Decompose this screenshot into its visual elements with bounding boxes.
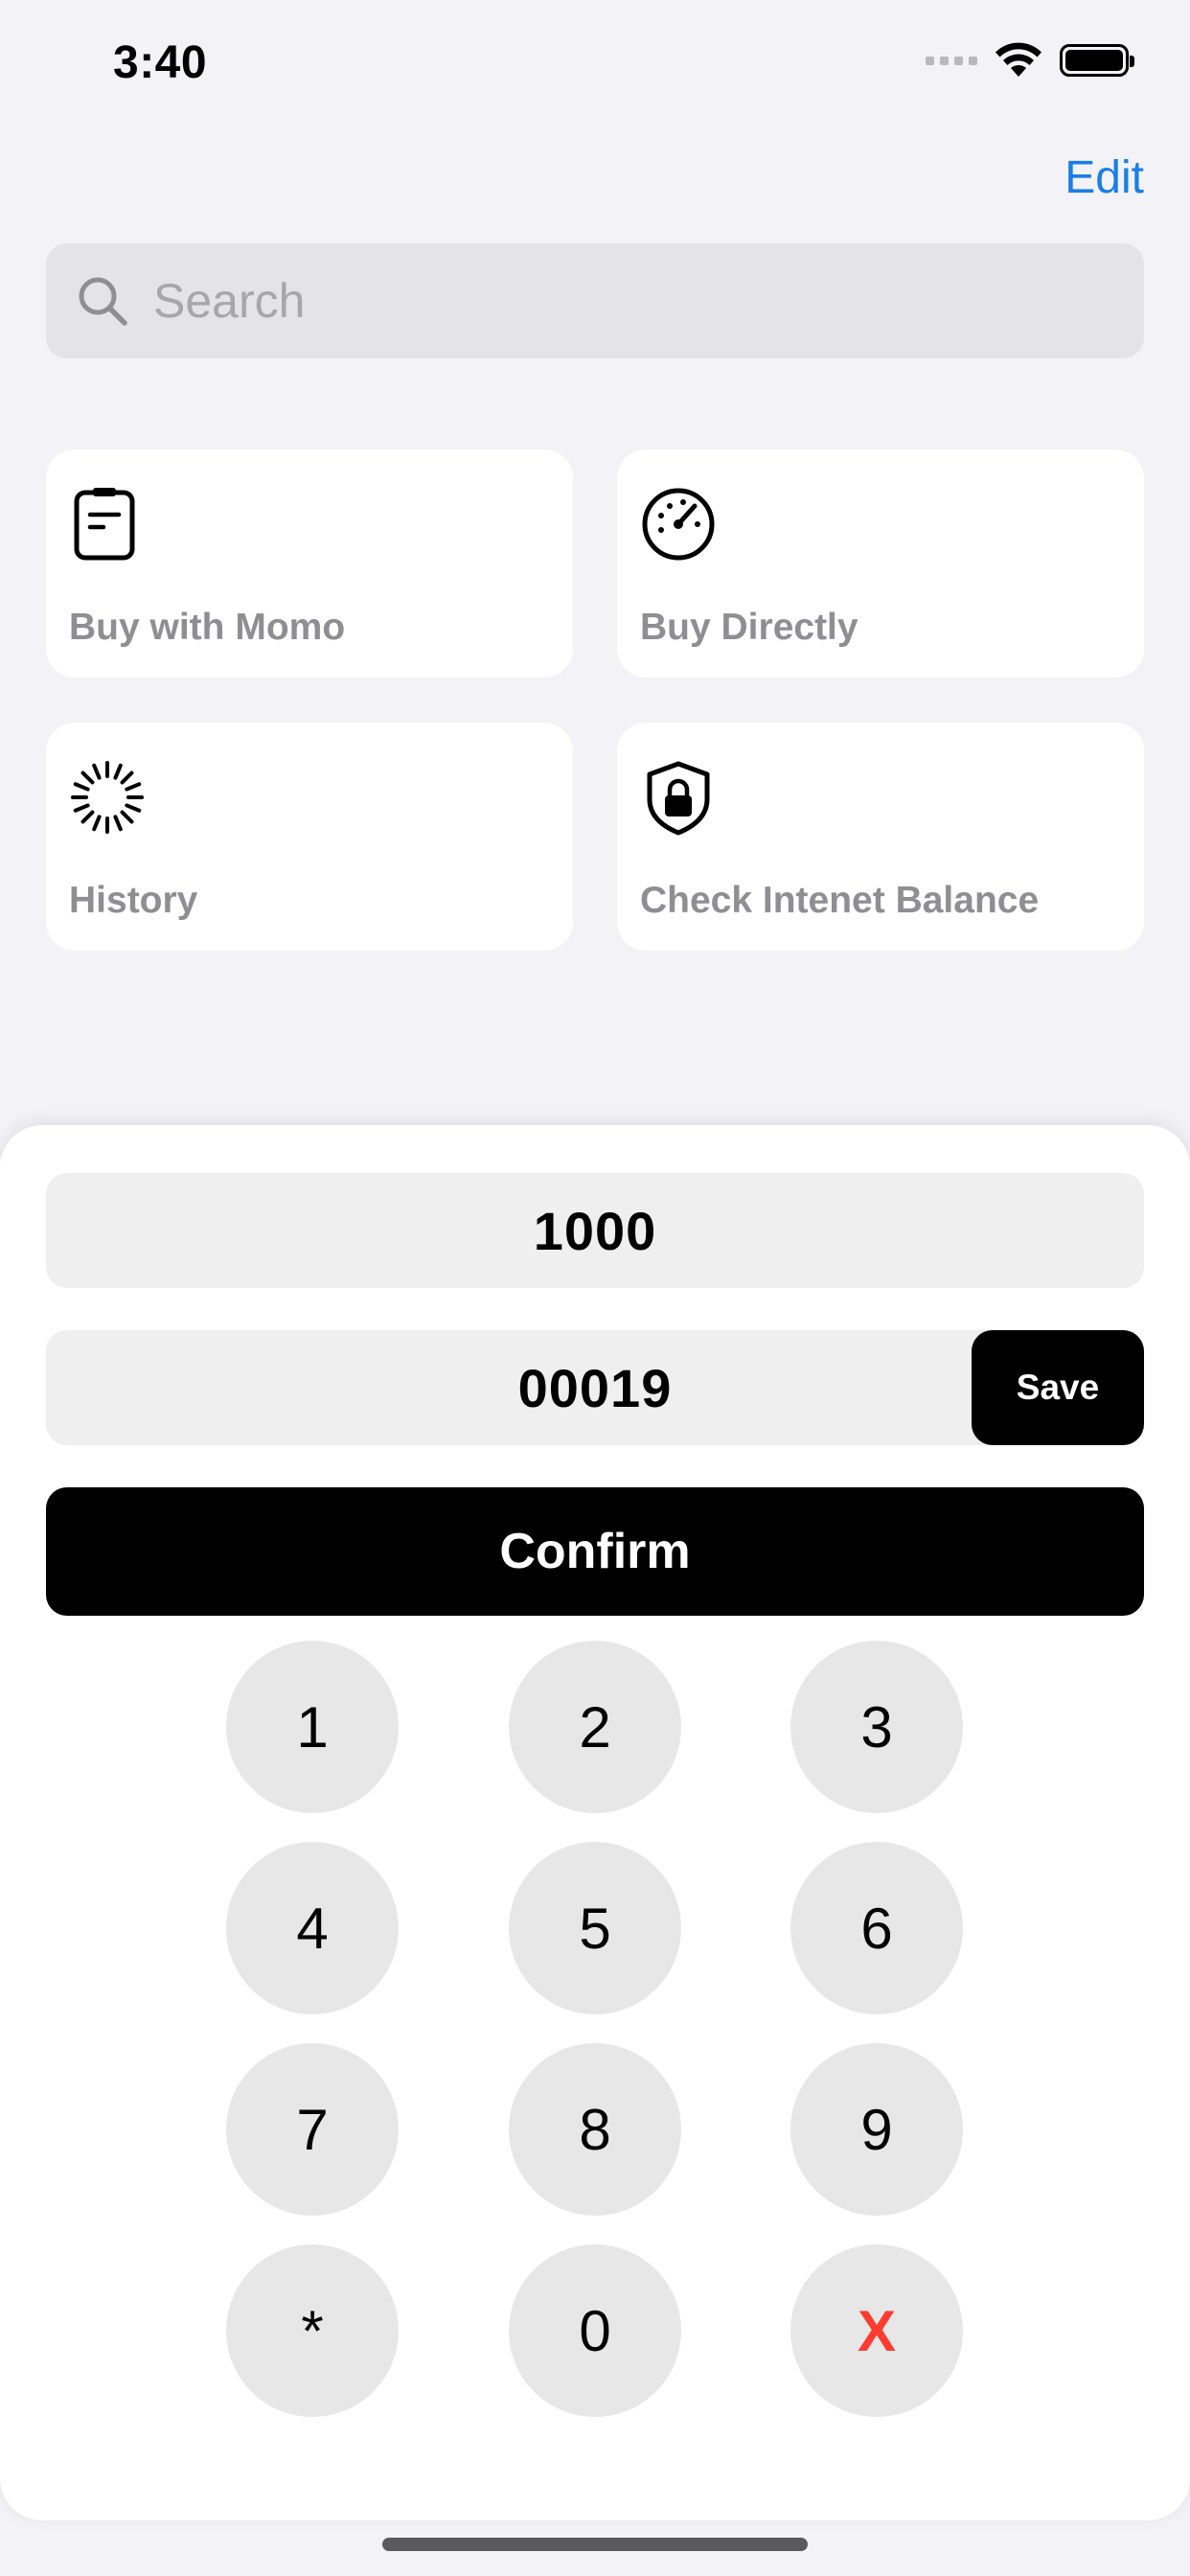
- save-button[interactable]: Save: [972, 1330, 1144, 1445]
- keypad-key-8[interactable]: 8: [509, 2043, 681, 2216]
- tile-buy-with-momo[interactable]: Buy with Momo: [46, 449, 573, 678]
- keypad-delete-button[interactable]: X: [790, 2244, 963, 2417]
- tile-history[interactable]: History: [46, 723, 573, 951]
- tile-label: Check Intenet Balance: [640, 880, 1040, 921]
- status-icons: [926, 42, 1134, 79]
- home-indicator[interactable]: [382, 2538, 808, 2551]
- keypad-key-1[interactable]: 1: [226, 1641, 399, 1813]
- tile-check-internet-balance[interactable]: Check Intenet Balance: [617, 723, 1144, 951]
- status-time: 3:40: [113, 37, 208, 88]
- keypad-key-7[interactable]: 7: [226, 2043, 399, 2216]
- tile-label: Buy with Momo: [69, 607, 346, 648]
- keypad-key-star[interactable]: *: [226, 2244, 399, 2417]
- speedometer-icon: [642, 488, 715, 561]
- clipboard-icon: [74, 488, 135, 561]
- signal-icon: [926, 56, 977, 65]
- wifi-icon: [995, 42, 1041, 77]
- keypad-key-9[interactable]: 9: [790, 2043, 963, 2216]
- battery-icon: [1060, 44, 1134, 77]
- confirm-button[interactable]: Confirm: [46, 1487, 1144, 1616]
- keypad-key-5[interactable]: 5: [509, 1842, 681, 2014]
- bottom-sheet: 1000 00019 Save Confirm 1 2 3 4 5 6 7 8 …: [0, 1125, 1190, 2520]
- keypad-key-0[interactable]: 0: [509, 2244, 681, 2417]
- keypad-key-4[interactable]: 4: [226, 1842, 399, 2014]
- search-bar[interactable]: [46, 243, 1144, 358]
- keypad-key-3[interactable]: 3: [790, 1641, 963, 1813]
- edit-button[interactable]: Edit: [1064, 151, 1144, 204]
- tile-label: Buy Directly: [640, 607, 858, 648]
- search-icon: [79, 277, 127, 326]
- keypad-key-6[interactable]: 6: [790, 1842, 963, 2014]
- amount-field[interactable]: 1000: [46, 1173, 1144, 1288]
- loading-spinner-icon: [71, 761, 144, 834]
- tile-buy-directly[interactable]: Buy Directly: [617, 449, 1144, 678]
- keypad-key-2[interactable]: 2: [509, 1641, 681, 1813]
- search-input[interactable]: [153, 273, 1016, 329]
- screen: 3:40 Edit Buy with Momo: [0, 0, 1190, 2576]
- tile-label: History: [69, 880, 198, 921]
- lock-shield-icon: [647, 761, 710, 836]
